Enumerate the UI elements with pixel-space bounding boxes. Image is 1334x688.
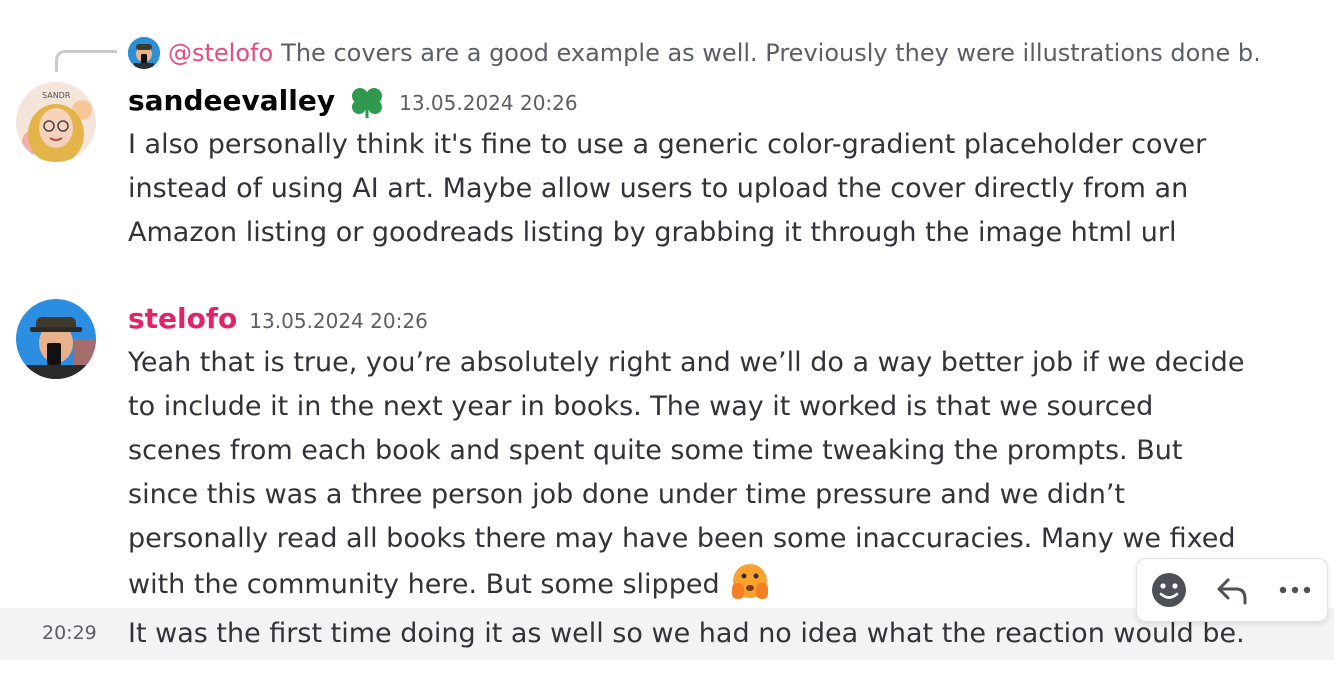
svg-text:SANDR: SANDR (42, 91, 71, 100)
message-content-3: It was the first time doing it as well s… (128, 618, 1245, 649)
reply-author-avatar[interactable] (128, 37, 160, 69)
clover-badge-icon[interactable] (347, 84, 387, 120)
face-with-open-eyes-and-hand-over-mouth-emoji (732, 564, 769, 599)
reply-button[interactable] (1206, 564, 1258, 616)
message-timestamp-compact[interactable]: 20:29 (42, 622, 97, 644)
username-stelofo[interactable]: stelofo (128, 302, 237, 335)
message-actions-toolbar (1136, 558, 1328, 622)
reply-connector-line (55, 50, 117, 72)
add-reaction-button[interactable] (1143, 564, 1195, 616)
more-options-icon (1280, 586, 1311, 594)
username-sandeevalley[interactable]: sandeevalley (128, 84, 335, 117)
reply-icon (1217, 578, 1247, 605)
chat-message-list: @stelofo The covers are a good example a… (0, 0, 1334, 688)
message-timestamp[interactable]: 13.05.2024 20:26 (249, 309, 428, 333)
reply-mention[interactable]: @stelofo (168, 39, 273, 67)
reply-excerpt[interactable]: The covers are a good example as well. P… (281, 39, 1258, 67)
message-header-2: stelofo 13.05.2024 20:26 (128, 302, 428, 335)
message-text: Yeah that is true, you’re absolutely rig… (128, 347, 1245, 600)
more-options-button[interactable] (1269, 564, 1321, 616)
avatar-stelofo[interactable] (16, 299, 96, 379)
avatar-sandeevalley[interactable]: SANDR (16, 82, 96, 162)
message-header-1: sandeevalley 13.05.2024 20:26 (128, 84, 578, 120)
add-reaction-icon (1151, 573, 1186, 607)
message-timestamp[interactable]: 13.05.2024 20:26 (399, 91, 578, 115)
reply-preview[interactable]: @stelofo The covers are a good example a… (128, 36, 1258, 70)
message-content-1: I also personally think it's fine to use… (128, 129, 1207, 248)
message-content-2: Yeah that is true, you’re absolutely rig… (128, 341, 1248, 607)
